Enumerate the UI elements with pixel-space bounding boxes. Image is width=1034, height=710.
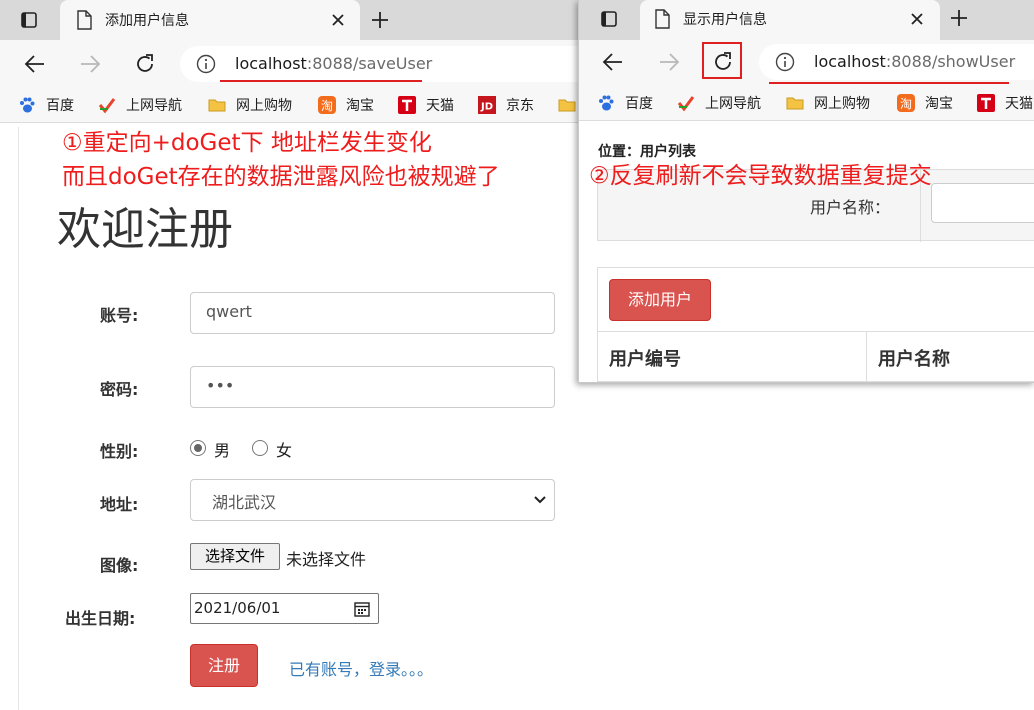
url-text: localhost:8088/saveUser <box>235 54 433 73</box>
gender-male-label: 男 <box>214 441 231 460</box>
info-icon[interactable] <box>775 52 795 72</box>
bookmark-baidu[interactable]: 百度 <box>597 93 667 113</box>
page-title: 欢迎注册 <box>57 204 233 255</box>
svg-text:淘: 淘 <box>321 99 333 113</box>
page-content: 位置：用户列表 用户名称： ②反复刷新不会导致数据重复提交 添加用户 用户编号 … <box>579 121 1034 382</box>
chevron-down-icon <box>534 496 546 504</box>
url-input[interactable]: localhost:8088/saveUser <box>180 46 588 82</box>
birthday-label: 出生日期: <box>65 609 136 628</box>
back-arrow-icon[interactable] <box>602 51 624 73</box>
birthday-value: 2021/06/01 <box>194 599 281 617</box>
jd-icon: JD <box>478 96 496 114</box>
password-label: 密码: <box>100 380 139 399</box>
username-search-input[interactable] <box>931 183 1034 223</box>
info-icon[interactable] <box>196 54 216 74</box>
page-icon <box>77 10 92 30</box>
bookmarks-bar: 百度 上网导航 网上购物 淘 淘宝 天猫 <box>579 86 1034 121</box>
add-user-button[interactable]: 添加用户 <box>609 279 711 321</box>
gender-label: 性别: <box>100 442 139 461</box>
url-annotation-underline <box>220 80 422 82</box>
file-status-text: 未选择文件 <box>286 550 367 569</box>
breadcrumb: 位置：用户列表 <box>598 144 696 160</box>
page-icon <box>655 9 670 29</box>
page-content: ①重定向+doGet下 地址栏发生变化 而且doGet存在的数据泄露风险也被规避… <box>0 123 588 710</box>
folder-icon <box>208 99 226 112</box>
browser-window-save-user: 添加用户信息 localhost:8088/saveUser 百度 上网导航 网… <box>0 0 588 710</box>
taobao-icon: 淘 <box>897 94 915 112</box>
svg-text:淘: 淘 <box>900 97 912 111</box>
bookmark-tmall[interactable]: 天猫 <box>398 95 468 115</box>
annotation-refresh: ②反复刷新不会导致数据重复提交 <box>589 163 932 189</box>
bookmark-nav[interactable]: 上网导航 <box>677 93 775 113</box>
birthday-input[interactable]: 2021/06/01 <box>190 593 379 624</box>
gender-female-label: 女 <box>276 441 293 460</box>
bookmark-nav[interactable]: 上网导航 <box>98 95 196 115</box>
url-annotation-underline <box>769 82 1009 84</box>
close-icon[interactable] <box>910 12 924 26</box>
bookmark-taobao[interactable]: 淘 淘宝 <box>897 93 967 113</box>
tab-title: 添加用户信息 <box>105 13 189 29</box>
refresh-icon[interactable] <box>134 53 156 75</box>
tab-save-user[interactable]: 添加用户信息 <box>60 0 360 40</box>
address-select[interactable]: 湖北武汉 <box>190 479 555 521</box>
taobao-icon: 淘 <box>318 96 336 114</box>
hao-navigation-icon <box>677 96 695 112</box>
browser-window-show-user: 显示用户信息 localhost:8088/showUser 百度 上网导航 网… <box>578 0 1034 383</box>
forward-arrow-icon[interactable] <box>658 51 680 73</box>
gender-male-radio[interactable] <box>190 440 206 456</box>
table-header-id: 用户编号 <box>609 349 681 370</box>
bookmark-tmall[interactable]: 天猫 <box>977 93 1034 113</box>
image-label: 图像: <box>100 556 139 575</box>
refresh-icon[interactable] <box>712 51 734 73</box>
tmall-icon <box>398 96 416 114</box>
bookmark-jd[interactable]: JD 京东 <box>478 95 548 115</box>
bookmark-baidu[interactable]: 百度 <box>18 95 88 115</box>
folder-icon <box>786 97 804 110</box>
annotation-leak: 而且doGet存在的数据泄露风险也被规避了 <box>62 164 500 190</box>
url-input[interactable]: localhost:8088/showUser <box>759 44 1034 80</box>
user-table-header: 用户编号 用户名称 <box>597 331 1034 382</box>
account-label: 账号: <box>100 306 139 325</box>
table-header-divider <box>866 332 867 382</box>
back-arrow-icon[interactable] <box>24 53 46 75</box>
annotation-redirect: ①重定向+doGet下 地址栏发生变化 <box>62 130 432 156</box>
close-icon[interactable] <box>331 13 345 27</box>
folder-icon[interactable] <box>558 96 576 114</box>
hao-navigation-icon <box>98 98 116 114</box>
address-bar: localhost:8088/showUser <box>579 40 1034 88</box>
calendar-icon[interactable] <box>354 601 370 617</box>
address-label: 地址: <box>100 495 139 514</box>
gender-female-radio[interactable] <box>252 440 268 456</box>
search-label: 用户名称： <box>810 198 891 217</box>
svg-text:JD: JD <box>480 102 493 113</box>
table-header-name: 用户名称 <box>878 349 950 370</box>
login-link[interactable]: 已有账号，登录。。。 <box>289 656 433 680</box>
new-tab-icon[interactable] <box>949 8 969 28</box>
tab-strip: 显示用户信息 <box>579 0 1034 40</box>
account-input[interactable]: qwert <box>190 292 555 334</box>
bookmark-taobao[interactable]: 淘 淘宝 <box>318 95 388 115</box>
tmall-icon <box>977 94 995 112</box>
password-input[interactable]: ••• <box>190 366 555 408</box>
bookmarks-bar: 百度 上网导航 网上购物 淘 淘宝 天猫 JD 京东 <box>0 88 588 123</box>
tab-strip: 添加用户信息 <box>0 0 588 40</box>
tab-actions-icon[interactable] <box>599 9 619 29</box>
bookmark-shopping[interactable]: 网上购物 <box>786 93 884 113</box>
baidu-paw-icon <box>20 97 35 113</box>
choose-file-button[interactable]: 选择文件 <box>190 543 280 570</box>
tab-show-user[interactable]: 显示用户信息 <box>640 0 940 40</box>
address-selected-value: 湖北武汉 <box>212 493 277 512</box>
tab-title: 显示用户信息 <box>683 12 767 28</box>
baidu-paw-icon <box>599 95 614 111</box>
tab-actions-icon[interactable] <box>19 10 39 30</box>
new-tab-icon[interactable] <box>370 10 390 30</box>
url-text: localhost:8088/showUser <box>814 52 1016 71</box>
bookmark-shopping[interactable]: 网上购物 <box>208 95 306 115</box>
forward-arrow-icon[interactable] <box>79 53 101 75</box>
register-button[interactable]: 注册 <box>190 644 258 687</box>
address-bar: localhost:8088/saveUser <box>0 40 588 88</box>
